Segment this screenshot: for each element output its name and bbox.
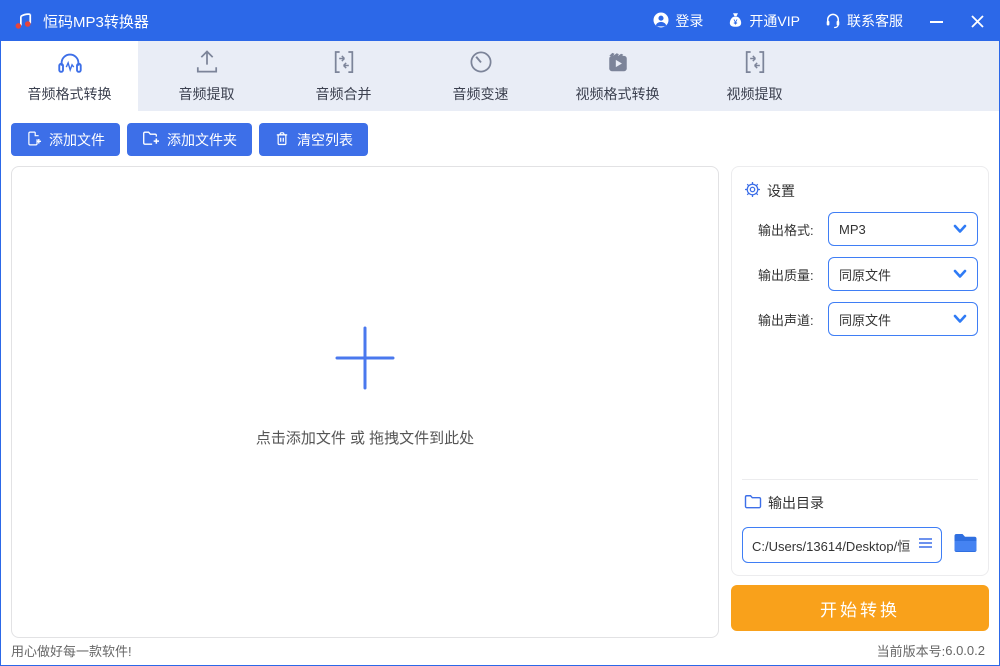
plus-icon <box>334 326 396 395</box>
settings-header: 设置 <box>742 181 978 201</box>
output-format-select[interactable]: MP3 <box>828 212 978 246</box>
tab-audio-speed[interactable]: 音频变速 <box>412 41 549 111</box>
output-channel-select[interactable]: 同原文件 <box>828 302 978 336</box>
chevron-down-icon <box>953 267 967 282</box>
main-area: 点击添加文件 或 拖拽文件到此处 设置 输出格式: MP3 输出质量: 同原文件… <box>1 166 999 638</box>
browse-folder-button[interactable] <box>953 533 978 558</box>
output-quality-value: 同原文件 <box>839 267 892 283</box>
output-channel-label: 输出声道: <box>758 312 814 328</box>
folder-plus-icon <box>142 130 160 149</box>
folder-outline-icon <box>744 494 762 512</box>
output-quality-row: 输出质量: 同原文件 <box>742 257 978 291</box>
gear-icon <box>744 181 761 201</box>
file-plus-icon <box>26 130 42 150</box>
tab-audio-merge[interactable]: 音频合并 <box>275 41 412 111</box>
moneybag-icon: ¥ <box>727 11 744 32</box>
statusbar-slogan: 用心做好每一款软件! <box>11 644 132 659</box>
output-format-value: MP3 <box>839 221 866 237</box>
video-icon <box>604 48 632 76</box>
settings-panel: 设置 输出格式: MP3 输出质量: 同原文件 输出声道: 同原文件 输出目录 … <box>731 166 989 576</box>
login-label: 登录 <box>675 13 704 29</box>
folder-filled-icon <box>953 533 978 558</box>
trash-icon <box>274 130 290 150</box>
extract-icon <box>741 48 769 76</box>
toolbar: 添加文件 添加文件夹 清空列表 <box>1 111 999 166</box>
output-path-input[interactable] <box>752 537 914 553</box>
login-button[interactable]: 登录 <box>652 11 703 32</box>
chevron-down-icon <box>953 222 967 237</box>
tab-video-extract[interactable]: 视频提取 <box>686 41 823 111</box>
file-dropzone[interactable]: 点击添加文件 或 拖拽文件到此处 <box>11 166 719 638</box>
tab-audio-extract[interactable]: 音频提取 <box>138 41 275 111</box>
panel-divider <box>742 479 978 480</box>
output-channel-value: 同原文件 <box>839 312 892 328</box>
tab-label: 音频提取 <box>178 86 235 102</box>
tab-label: 视频提取 <box>726 86 783 102</box>
version-label: 当前版本号: <box>876 644 946 659</box>
contact-support-button[interactable]: 联系客服 <box>824 11 903 32</box>
output-channel-row: 输出声道: 同原文件 <box>742 302 978 336</box>
minimize-button[interactable] <box>929 14 944 29</box>
output-dir-title: 输出目录 <box>768 495 824 511</box>
vip-label: 开通VIP <box>749 13 800 29</box>
output-quality-label: 输出质量: <box>758 267 814 283</box>
merge-icon <box>330 48 358 76</box>
clear-list-button[interactable]: 清空列表 <box>259 123 368 156</box>
tab-audio-format-convert[interactable]: 音频格式转换 <box>1 41 138 111</box>
output-format-row: 输出格式: MP3 <box>742 212 978 246</box>
output-format-label: 输出格式: <box>758 222 814 238</box>
open-vip-button[interactable]: ¥ 开通VIP <box>727 11 800 32</box>
dropzone-hint: 点击添加文件 或 拖拽文件到此处 <box>255 430 475 447</box>
user-icon <box>652 11 670 32</box>
add-folder-button[interactable]: 添加文件夹 <box>127 123 252 156</box>
tabbar: 音频格式转换 音频提取 音频合并 音频变速 视频格式转换 视频提取 <box>1 41 999 111</box>
titlebar-actions: 登录 ¥ 开通VIP 联系客服 <box>628 11 985 32</box>
output-quality-select[interactable]: 同原文件 <box>828 257 978 291</box>
music-notes-icon <box>13 10 36 33</box>
headphones-icon <box>55 48 85 76</box>
support-label: 联系客服 <box>847 13 903 29</box>
output-dir-row <box>742 527 978 563</box>
tab-label: 视频格式转换 <box>575 86 660 102</box>
chevron-down-icon <box>953 312 967 327</box>
output-dir-header: 输出目录 <box>742 493 978 513</box>
svg-text:¥: ¥ <box>734 18 738 26</box>
output-path-field <box>742 527 942 563</box>
add-file-label: 添加文件 <box>49 131 105 148</box>
add-file-button[interactable]: 添加文件 <box>11 123 120 156</box>
statusbar: 用心做好每一款软件! 当前版本号: 6.0.0.2 <box>1 638 999 665</box>
upload-icon <box>193 48 221 76</box>
tab-label: 音频格式转换 <box>27 86 112 102</box>
right-column: 设置 输出格式: MP3 输出质量: 同原文件 输出声道: 同原文件 输出目录 … <box>731 166 989 638</box>
clear-list-label: 清空列表 <box>297 131 353 148</box>
app-window: 恒码MP3转换器 登录 ¥ 开通VIP 联系客服 音频格式转换 音频提取 音频合… <box>0 0 1000 666</box>
start-convert-button[interactable]: 开始转换 <box>731 585 989 631</box>
tab-video-format-convert[interactable]: 视频格式转换 <box>549 41 686 111</box>
app-title: 恒码MP3转换器 <box>43 13 149 31</box>
close-button[interactable] <box>970 14 985 29</box>
add-folder-label: 添加文件夹 <box>167 131 237 148</box>
speed-gauge-icon <box>467 48 495 76</box>
hamburger-icon[interactable] <box>918 536 933 554</box>
titlebar: 恒码MP3转换器 登录 ¥ 开通VIP 联系客服 <box>1 1 999 41</box>
headset-icon <box>824 11 842 32</box>
tab-label: 音频合并 <box>315 86 372 102</box>
settings-title: 设置 <box>767 183 795 199</box>
version-value: 6.0.0.2 <box>945 643 985 658</box>
tab-label: 音频变速 <box>452 86 509 102</box>
